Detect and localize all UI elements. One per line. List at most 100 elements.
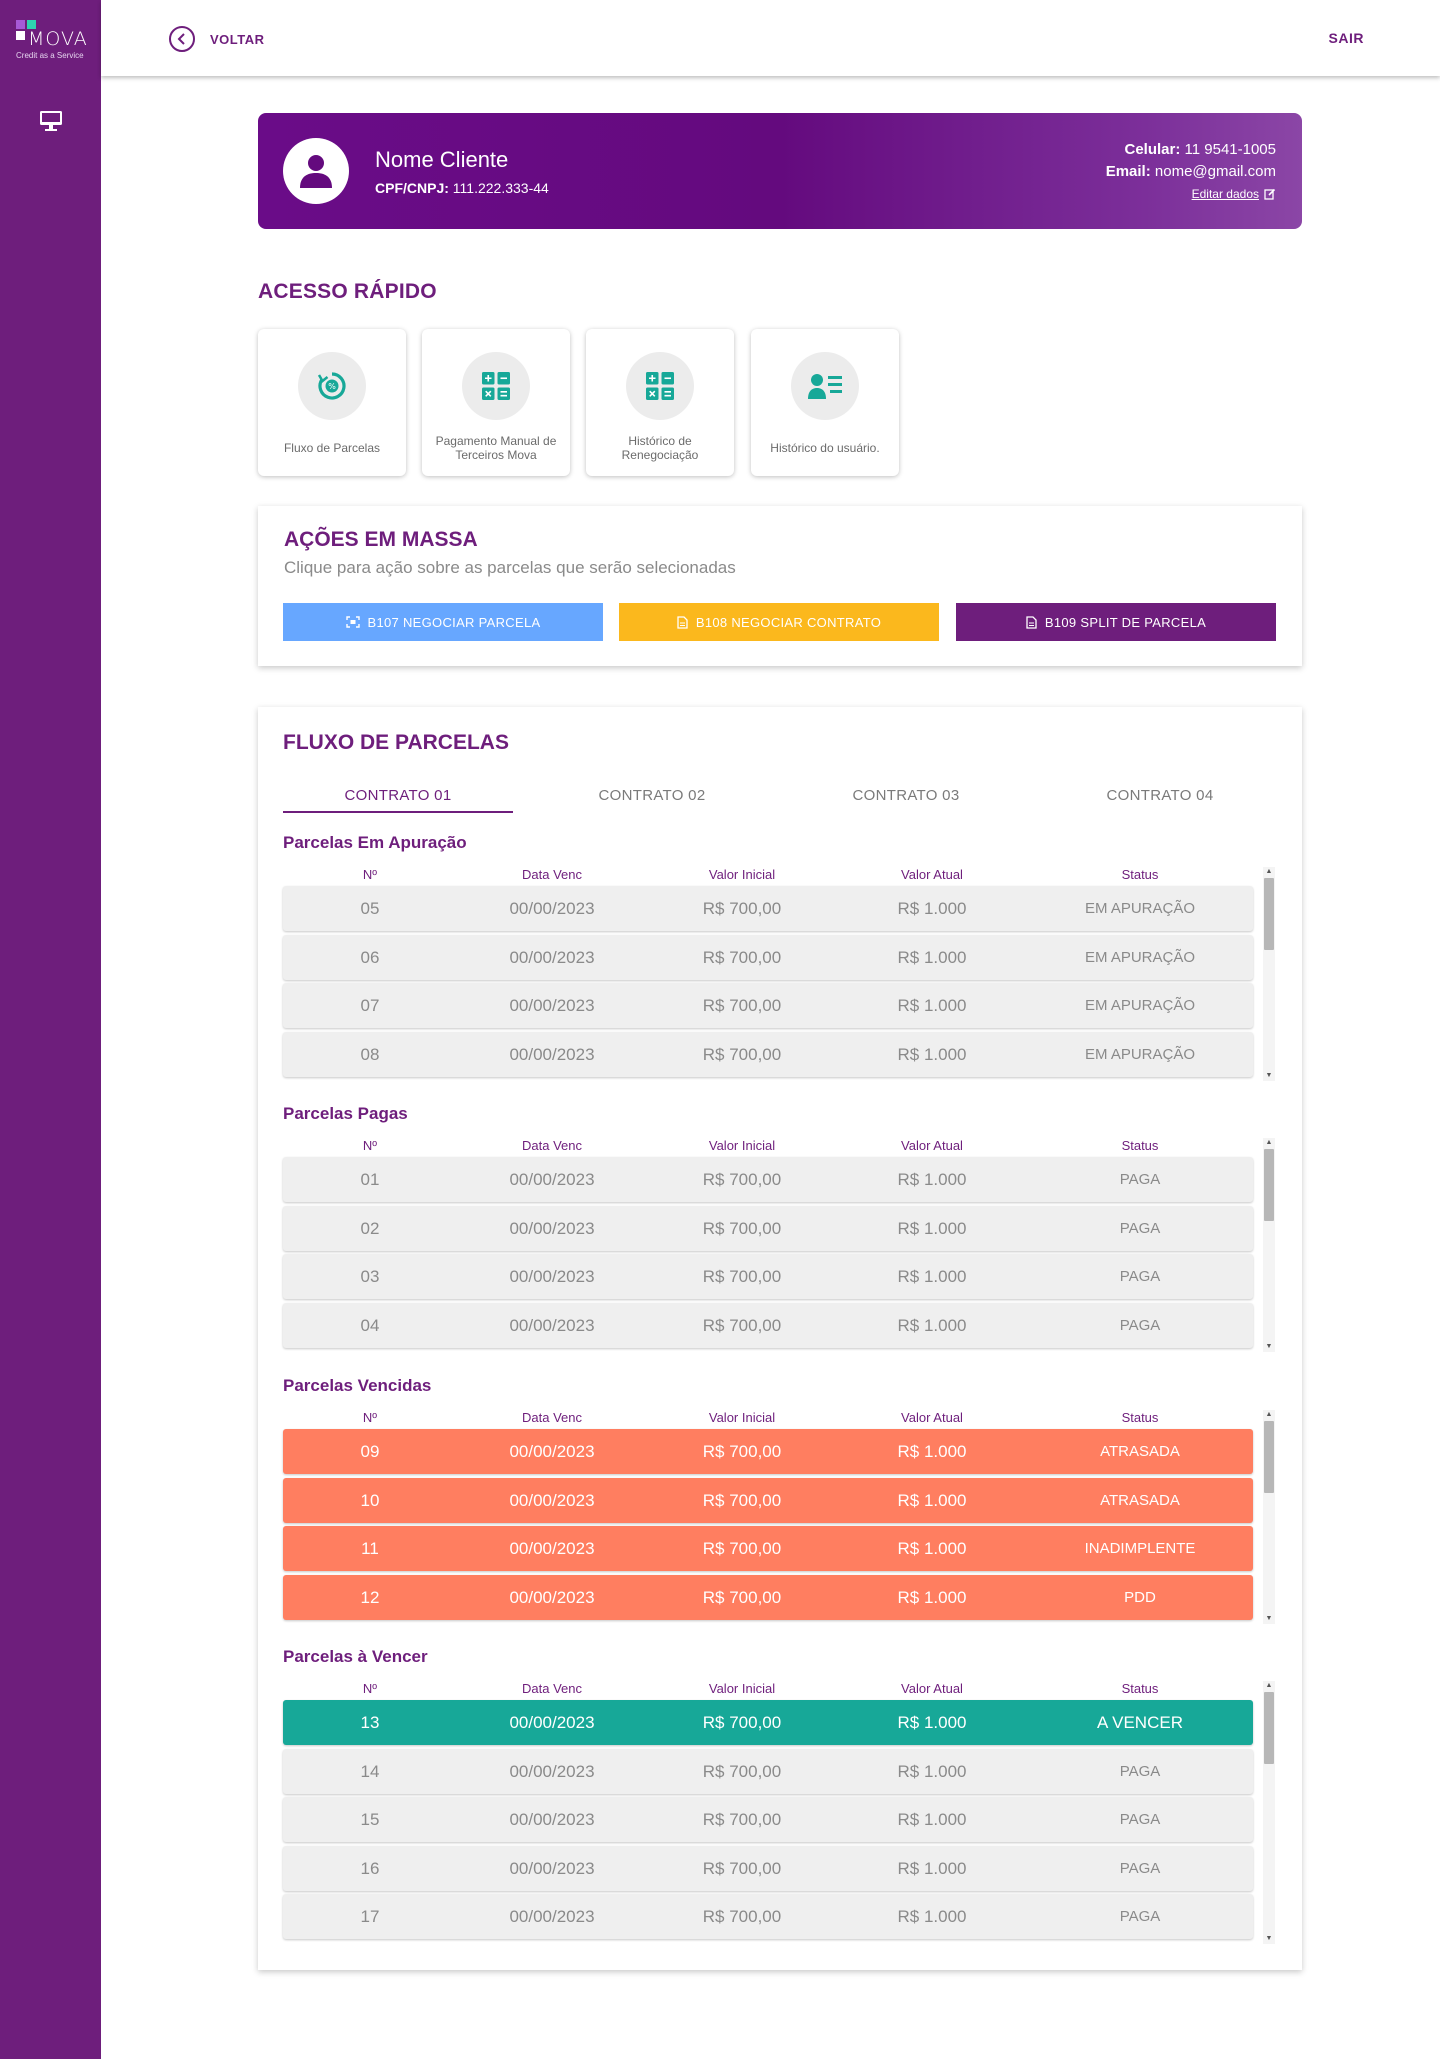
split-installment-button[interactable]: B109 SPLIT DE PARCELA xyxy=(956,603,1276,641)
scroll-down-arrow[interactable]: ▼ xyxy=(1263,1342,1275,1352)
table-row[interactable]: 07 00/00/2023 R$ 700,00 R$ 1.000 EM APURAÇÃO xyxy=(283,983,1253,1028)
table-row[interactable]: 06 00/00/2023 R$ 700,00 R$ 1.000 EM APURAÇÃO xyxy=(283,934,1253,980)
installments-table: Nº Data Venc Valor Inicial Valor Atual Statu… xyxy=(283,1138,1276,1354)
table-row[interactable]: 15 00/00/2023 R$ 700,00 R$ 1.000 PAGA xyxy=(283,1797,1253,1842)
negotiate-contract-label: B108 NEGOCIAR CONTRATO xyxy=(695,614,882,630)
logo-square-white xyxy=(16,31,25,40)
mova-logo[interactable]: MOVA Credit as a Service xyxy=(16,20,88,64)
cell-status: PAGA xyxy=(1119,1219,1161,1237)
cell-n: 06 xyxy=(360,947,380,967)
cell-current: R$ 1.000 xyxy=(897,1315,967,1335)
table-scrollbar[interactable]: ▲ ▼ xyxy=(1263,1138,1275,1352)
table-row[interactable]: 08 00/00/2023 R$ 700,00 R$ 1.000 EM APURAÇÃO xyxy=(283,1031,1253,1077)
scroll-down-arrow[interactable]: ▼ xyxy=(1263,1071,1275,1081)
cell-n: 07 xyxy=(360,996,380,1015)
cell-status: PAGA xyxy=(1119,1908,1161,1925)
quick-card-renegotiation-history[interactable]: Histórico de Renegociação xyxy=(586,329,734,476)
scroll-up-arrow[interactable]: ▲ xyxy=(1263,867,1275,877)
table-row[interactable]: 17 00/00/2023 R$ 700,00 R$ 1.000 PAGA xyxy=(283,1894,1253,1939)
monitor-icon[interactable] xyxy=(39,110,63,132)
table-header: Nº Data Venc Valor Inicial Valor Atual Statu… xyxy=(283,867,1253,883)
table-scrollbar[interactable]: ▲ ▼ xyxy=(1263,867,1275,1081)
contract-tabs: CONTRATO 01 CONTRATO 02 CONTRATO 03 CONT… xyxy=(283,779,1277,815)
cell-status: EM APURAÇÃO xyxy=(1084,900,1196,917)
sidebar: MOVA Credit as a Service xyxy=(0,0,101,2059)
table-row[interactable]: 16 00/00/2023 R$ 700,00 R$ 1.000 PAGA xyxy=(283,1845,1253,1891)
back-label[interactable]: VOLTAR xyxy=(210,32,265,47)
column-header: Valor Inicial xyxy=(708,867,776,882)
table-row[interactable]: 13 00/00/2023 R$ 700,00 R$ 1.000 A VENCER xyxy=(283,1700,1253,1745)
client-document: CPF/CNPJ: 111.222.333-44 xyxy=(375,180,549,196)
scroll-up-arrow[interactable]: ▲ xyxy=(1263,1410,1275,1420)
quick-card-icon-bg xyxy=(462,352,530,420)
scroll-thumb[interactable] xyxy=(1264,1692,1274,1764)
table-row[interactable]: 02 00/00/2023 R$ 700,00 R$ 1.000 PAGA xyxy=(283,1205,1253,1251)
scroll-thumb[interactable] xyxy=(1264,1421,1274,1493)
table-row[interactable]: 01 00/00/2023 R$ 700,00 R$ 1.000 PAGA xyxy=(283,1157,1253,1202)
tab-contract-03[interactable]: CONTRATO 03 xyxy=(791,779,1021,813)
column-header: Valor Atual xyxy=(901,1138,963,1153)
cell-date: 00/00/2023 xyxy=(509,1490,595,1510)
tab-contract-04[interactable]: CONTRATO 04 xyxy=(1045,779,1275,813)
mass-actions-subtitle: Clique para ação sobre as parcelas que s… xyxy=(284,558,736,577)
table-row[interactable]: 11 00/00/2023 R$ 700,00 R$ 1.000 INADIMPLENT… xyxy=(283,1526,1253,1571)
table-row[interactable]: 05 00/00/2023 R$ 700,00 R$ 1.000 EM APURAÇÃO xyxy=(283,886,1253,931)
cell-date: 00/00/2023 xyxy=(509,1587,595,1607)
cell-initial: R$ 700,00 xyxy=(702,1315,782,1335)
top-bar: VOLTAR SAIR xyxy=(101,0,1440,76)
cell-initial: R$ 700,00 xyxy=(702,1587,782,1607)
table-row[interactable]: 10 00/00/2023 R$ 700,00 R$ 1.000 ATRASADA xyxy=(283,1477,1253,1523)
cell-initial: R$ 700,00 xyxy=(702,1907,782,1926)
cell-date: 00/00/2023 xyxy=(509,947,595,967)
scroll-up-arrow[interactable]: ▲ xyxy=(1263,1681,1275,1691)
table-row[interactable]: 09 00/00/2023 R$ 700,00 R$ 1.000 ATRASADA xyxy=(283,1429,1253,1474)
table-row[interactable]: 04 00/00/2023 R$ 700,00 R$ 1.000 PAGA xyxy=(283,1302,1253,1348)
installments-table: Nº Data Venc Valor Inicial Valor Atual Statu… xyxy=(283,867,1276,1083)
table-scrollbar[interactable]: ▲ ▼ xyxy=(1263,1410,1275,1624)
cell-current: R$ 1.000 xyxy=(897,899,967,918)
negotiate-installment-button[interactable]: B107 NEGOCIAR PARCELA xyxy=(283,603,603,641)
cell-n: 02 xyxy=(360,1218,380,1238)
column-header: Data Venc xyxy=(522,1410,582,1425)
cell-date: 00/00/2023 xyxy=(509,1442,595,1461)
tab-contract-02[interactable]: CONTRATO 02 xyxy=(537,779,767,813)
table-row[interactable]: 14 00/00/2023 R$ 700,00 R$ 1.000 PAGA xyxy=(283,1748,1253,1794)
cell-date: 00/00/2023 xyxy=(509,1907,595,1926)
scroll-down-arrow[interactable]: ▼ xyxy=(1263,1934,1275,1944)
cell-status: ATRASADA xyxy=(1100,1491,1180,1509)
scroll-up-arrow[interactable]: ▲ xyxy=(1263,1138,1275,1148)
installments-table: Nº Data Venc Valor Inicial Valor Atual Statu… xyxy=(283,1410,1276,1626)
table-row[interactable]: 12 00/00/2023 R$ 700,00 R$ 1.000 PDD xyxy=(283,1574,1253,1620)
edit-data-link[interactable]: Editar dados xyxy=(1192,183,1276,205)
cell-current: R$ 1.000 xyxy=(897,1587,967,1607)
user-list-icon xyxy=(808,374,842,399)
table-row[interactable]: 03 00/00/2023 R$ 700,00 R$ 1.000 PAGA xyxy=(283,1254,1253,1299)
back-button[interactable] xyxy=(169,26,195,52)
scroll-thumb[interactable] xyxy=(1264,878,1274,950)
table-scrollbar[interactable]: ▲ ▼ xyxy=(1263,1681,1275,1944)
quick-card-user-history[interactable]: Histórico do usuário. xyxy=(751,329,899,476)
logout-button[interactable]: SAIR xyxy=(1329,30,1364,46)
quick-card-manual-payment[interactable]: Pagamento Manual de Terceiros Mova xyxy=(422,329,570,476)
cell-n: 16 xyxy=(360,1858,380,1878)
client-email: Email: nome@gmail.com xyxy=(1106,161,1276,183)
tab-contract-01[interactable]: CONTRATO 01 xyxy=(283,779,513,813)
cell-initial: R$ 700,00 xyxy=(702,1267,782,1286)
client-name: Nome Cliente xyxy=(375,147,509,172)
cell-initial: R$ 700,00 xyxy=(702,1810,782,1829)
quick-card-label: Pagamento Manual de Terceiros Mova xyxy=(435,434,557,462)
logo-text: MOVA xyxy=(28,28,88,50)
column-header: Valor Inicial xyxy=(708,1681,776,1696)
cell-date: 00/00/2023 xyxy=(509,1044,595,1064)
cell-n: 08 xyxy=(360,1044,380,1064)
cell-status: EM APURAÇÃO xyxy=(1084,997,1196,1014)
client-contact: Celular: 11 9541-1005 Email: nome@gmail.… xyxy=(1106,139,1276,205)
client-banner: Nome Cliente CPF/CNPJ: 111.222.333-44 Ce… xyxy=(258,113,1302,229)
cell-n: 12 xyxy=(360,1587,380,1607)
scroll-thumb[interactable] xyxy=(1264,1149,1274,1221)
cell-status: PAGA xyxy=(1119,1316,1161,1334)
scroll-down-arrow[interactable]: ▼ xyxy=(1263,1614,1275,1624)
quick-card-flow[interactable]: % Fluxo de Parcelas xyxy=(258,329,406,476)
negotiate-contract-button[interactable]: B108 NEGOCIAR CONTRATO xyxy=(619,603,939,641)
group-title: Parcelas Vencidas xyxy=(283,1376,432,1395)
